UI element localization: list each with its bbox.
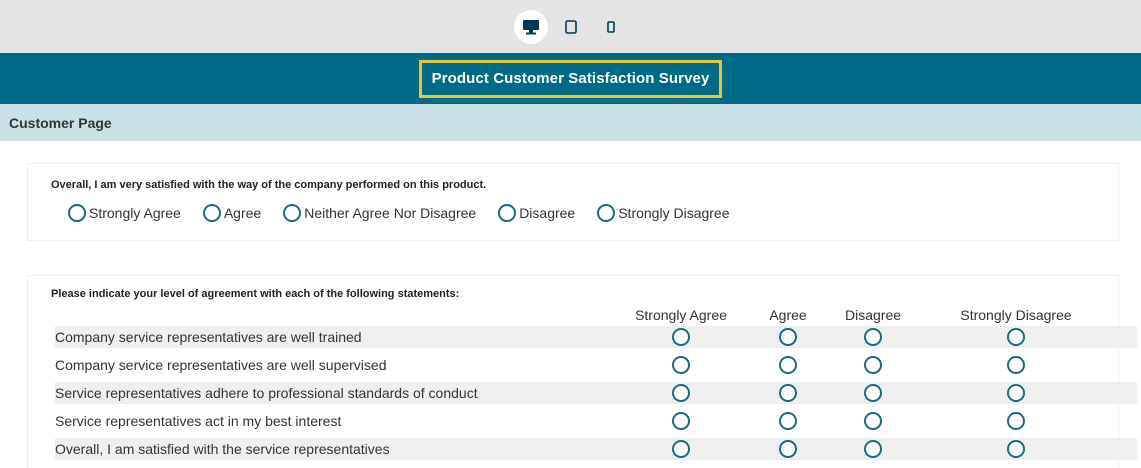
option-label: Disagree	[519, 205, 576, 221]
radio-strongly-disagree[interactable]	[1007, 356, 1025, 374]
radio-disagree[interactable]	[864, 384, 882, 402]
answer-options: Strongly Agree Agree Neither Agree Nor D…	[68, 204, 752, 222]
option-label: Neither Agree Nor Disagree	[304, 205, 477, 221]
radio-button[interactable]	[498, 204, 517, 222]
radio-strongly-agree[interactable]	[672, 356, 690, 374]
option-label: Agree	[223, 205, 262, 221]
page-title: Customer Page	[0, 104, 1141, 141]
radio-strongly-agree[interactable]	[672, 328, 690, 346]
radio-button[interactable]	[68, 204, 86, 222]
radio-strongly-agree[interactable]	[672, 384, 690, 402]
matrix-row: Service representatives act in my best i…	[55, 410, 1137, 432]
radio-strongly-disagree[interactable]	[1007, 328, 1025, 346]
option-label: Strongly Disagree	[618, 205, 730, 221]
matrix-row: Company service representatives are well…	[55, 326, 1137, 348]
radio-disagree[interactable]	[864, 412, 882, 430]
option-agree[interactable]: Agree	[202, 204, 262, 222]
column-header-agree: Agree	[769, 307, 807, 323]
question-text: Overall, I am very satisfied with the wa…	[51, 179, 487, 191]
column-header-strongly-disagree: Strongly Disagree	[960, 307, 1072, 323]
survey-title[interactable]: Product Customer Satisfaction Survey	[418, 59, 723, 98]
tablet-view-button[interactable]	[554, 10, 588, 44]
radio-strongly-disagree[interactable]	[1007, 412, 1025, 430]
statement-label: Company service representatives are well…	[55, 329, 362, 345]
radio-strongly-agree[interactable]	[672, 440, 690, 458]
statement-label: Service representatives act in my best i…	[55, 413, 342, 429]
phone-view-button[interactable]	[594, 10, 628, 44]
question-text: Please indicate your level of agreement …	[51, 288, 460, 300]
desktop-icon	[522, 19, 539, 34]
option-strongly-disagree[interactable]: Strongly Disagree	[597, 204, 730, 222]
radio-agree[interactable]	[779, 384, 797, 402]
radio-agree[interactable]	[779, 328, 797, 346]
radio-disagree[interactable]	[864, 356, 882, 374]
statement-label: Service representatives adhere to profes…	[55, 385, 478, 401]
question-card-matrix: Please indicate your level of agreement …	[27, 275, 1137, 468]
desktop-view-button[interactable]	[513, 9, 548, 44]
column-header-disagree: Disagree	[844, 307, 902, 323]
option-label: Strongly Agree	[89, 205, 181, 221]
survey-header: Product Customer Satisfaction Survey	[0, 53, 1141, 104]
statement-label: Overall, I am satisfied with the service…	[55, 441, 390, 457]
statement-label: Company service representatives are well…	[55, 357, 387, 373]
column-header-strongly-agree: Strongly Agree	[635, 307, 727, 323]
tablet-icon	[564, 19, 577, 34]
option-disagree[interactable]: Disagree	[498, 204, 575, 222]
radio-strongly-disagree[interactable]	[1007, 440, 1025, 458]
radio-agree[interactable]	[779, 412, 797, 430]
radio-disagree[interactable]	[864, 328, 882, 346]
matrix-row: Service representatives adhere to profes…	[55, 382, 1137, 404]
phone-icon	[606, 20, 615, 33]
matrix-row: Overall, I am satisfied with the service…	[55, 438, 1137, 460]
radio-strongly-agree[interactable]	[672, 412, 690, 430]
option-neither[interactable]: Neither Agree Nor Disagree	[283, 204, 476, 222]
radio-disagree[interactable]	[864, 440, 882, 458]
option-strongly-agree[interactable]: Strongly Agree	[68, 204, 181, 222]
radio-strongly-disagree[interactable]	[1007, 384, 1025, 402]
radio-button[interactable]	[597, 204, 616, 222]
matrix-row: Company service representatives are well…	[55, 354, 1137, 376]
radio-agree[interactable]	[779, 440, 797, 458]
question-card-overall: Overall, I am very satisfied with the wa…	[27, 163, 1119, 241]
radio-button[interactable]	[202, 204, 221, 222]
radio-agree[interactable]	[779, 356, 797, 374]
radio-button[interactable]	[283, 204, 302, 222]
device-preview-bar	[0, 0, 1141, 53]
